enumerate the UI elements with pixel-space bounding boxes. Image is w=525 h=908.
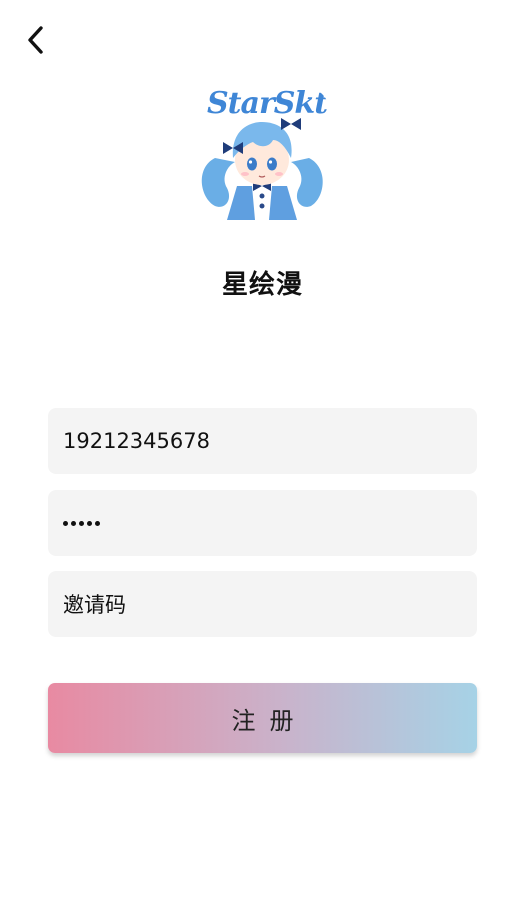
- invite-code-input[interactable]: 邀请码: [48, 571, 477, 637]
- password-mask: [63, 520, 100, 526]
- phone-value: 19212345678: [63, 429, 210, 453]
- back-button[interactable]: [18, 22, 54, 58]
- phone-input[interactable]: 19212345678: [48, 408, 477, 474]
- invite-code-placeholder: 邀请码: [63, 593, 126, 617]
- register-button[interactable]: 注册: [48, 683, 477, 753]
- register-button-label: 注册: [231, 706, 308, 735]
- chevron-left-icon: [28, 26, 43, 54]
- app-logo: StarSkt: [195, 88, 329, 220]
- app-name: 星绘漫: [221, 270, 303, 300]
- logo-text: StarSkt: [207, 88, 328, 121]
- password-input[interactable]: [48, 490, 477, 556]
